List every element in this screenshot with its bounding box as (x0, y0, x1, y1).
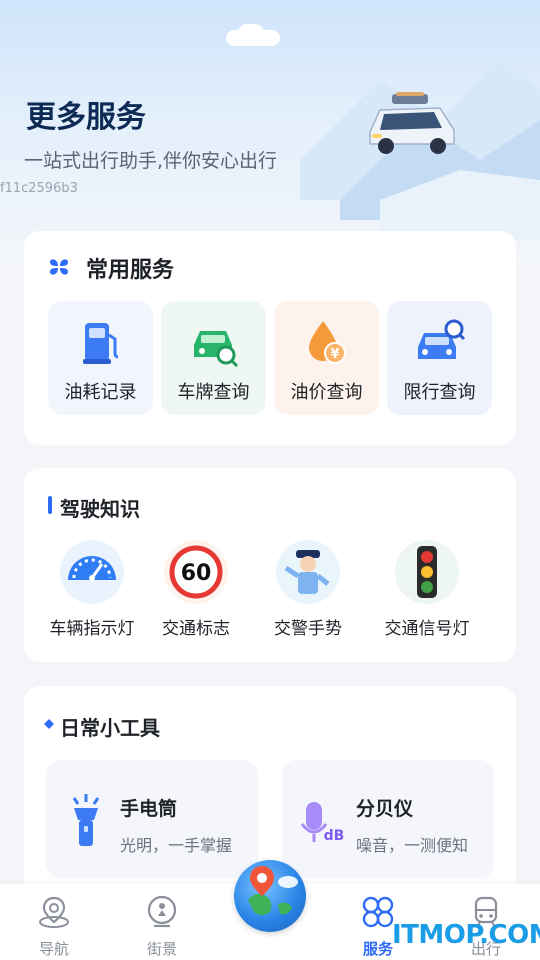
speedometer-icon (60, 540, 124, 604)
section-marker-bar (48, 496, 52, 514)
globe-center-button[interactable] (234, 860, 306, 932)
service-label: 油耗记录 (64, 382, 137, 403)
tab-street-view[interactable]: 街景 (122, 894, 202, 958)
section-title-daily-tools: 日常小工具 (60, 716, 160, 740)
speed-limit-text: 60 (181, 561, 212, 586)
tab-navigation[interactable]: 导航 (14, 894, 94, 958)
decibel-icon-text: dB (324, 828, 345, 844)
tool-decibel-meter[interactable]: dB 分贝仪 噪音，一测便知 (282, 760, 494, 878)
tool-flashlight[interactable]: 手电筒 光明，一手掌握 (46, 760, 258, 878)
knowledge-police-gestures[interactable]: 交警手势 (258, 534, 358, 639)
knowledge-traffic-lights[interactable]: 交通信号灯 (377, 534, 477, 639)
location-pin-icon (248, 866, 298, 915)
decibel-meter-icon: dB (300, 802, 345, 844)
service-fuel-record[interactable]: 油耗记录 (48, 301, 153, 415)
service-oil-price[interactable]: ¥ 油价查询 (274, 301, 379, 415)
page-subtitle: 一站式出行助手,伴你安心出行 (24, 150, 278, 172)
knowledge-label: 交通信号灯 (384, 619, 470, 639)
driving-knowledge-card: 驾驶知识 车辆指示灯 60 交通标志 交警手势 交通信号灯 (24, 468, 516, 662)
traffic-light-icon (395, 540, 459, 604)
tab-label: 导航 (38, 940, 69, 958)
tool-desc: 光明，一手掌握 (120, 836, 233, 855)
section-title-common-services: 常用服务 (86, 258, 175, 283)
navigation-icon (39, 896, 69, 928)
section-title-driving-knowledge: 驾驶知识 (60, 497, 140, 521)
knowledge-traffic-signs[interactable]: 60 交通标志 (146, 534, 246, 639)
service-label: 油价查询 (290, 382, 363, 403)
common-services-card: 常用服务 油耗记录 车牌查询 ¥ 油价查询 限行查询 (24, 231, 516, 445)
service-restriction-query[interactable]: 限行查询 (387, 301, 492, 415)
restriction-search-icon (417, 319, 465, 359)
hero-id-text: f11c2596b3 (0, 181, 78, 196)
tool-name: 分贝仪 (356, 798, 414, 820)
four-petal-icon (50, 259, 68, 275)
diamond-marker-icon (44, 719, 54, 729)
speed-limit-sign-icon: 60 (164, 540, 228, 604)
tool-desc: 噪音，一测便知 (356, 836, 469, 855)
street-view-icon (147, 895, 177, 928)
svg-text:¥: ¥ (330, 347, 339, 362)
fuel-pump-icon (82, 323, 118, 364)
oil-price-icon: ¥ (308, 321, 346, 364)
service-label: 车牌查询 (177, 382, 250, 403)
hero-banner: 更多服务 一站式出行助手,伴你安心出行 f11c2596b3 (0, 0, 540, 260)
traffic-police-icon (276, 540, 340, 604)
tool-name: 手电筒 (120, 798, 178, 820)
car-search-icon (193, 331, 238, 368)
page-title: 更多服务 (26, 100, 146, 135)
service-plate-query[interactable]: 车牌查询 (161, 301, 266, 415)
service-label: 限行查询 (403, 382, 476, 403)
tab-label: 街景 (146, 940, 177, 958)
flashlight-icon (72, 794, 100, 846)
car-illustration (369, 92, 455, 154)
watermark-text: ITMOP.COM (392, 920, 540, 950)
services-icon (362, 896, 394, 928)
